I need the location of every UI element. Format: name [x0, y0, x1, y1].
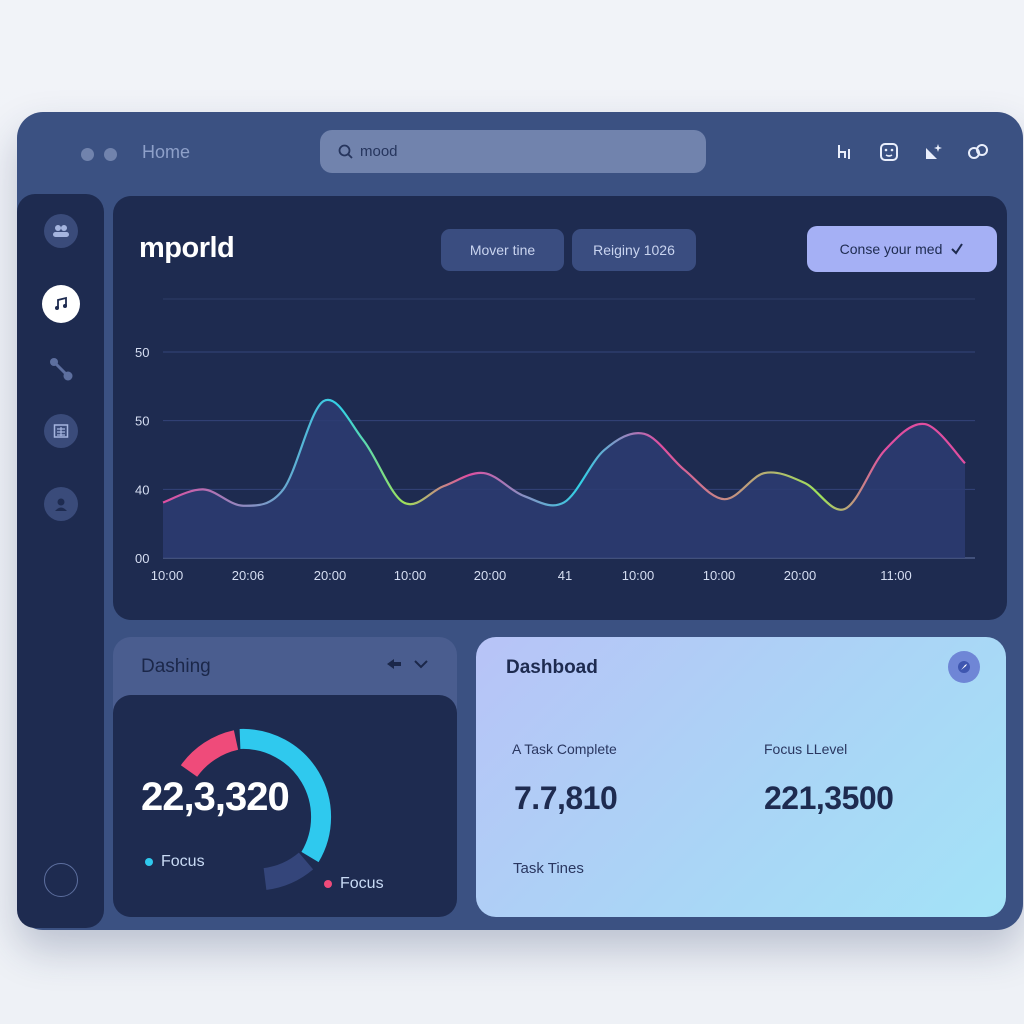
- window-controls: [81, 148, 117, 161]
- toolbar-icons: [835, 142, 988, 162]
- search-input[interactable]: mood: [360, 143, 398, 160]
- y-tick-label: 40: [135, 482, 149, 497]
- x-tick-label: 20:00: [314, 568, 347, 583]
- gauge-arc-focus-2: [180, 730, 239, 778]
- focus-level-value: 221,3500: [764, 780, 894, 816]
- nav-home-link[interactable]: Home: [142, 142, 190, 163]
- window-dot[interactable]: [81, 148, 94, 161]
- dashing-card: 22,3,320 Focus Focus: [113, 695, 457, 917]
- dashing-value: 22,3,320: [141, 775, 290, 819]
- x-tick-label: 20:00: [784, 568, 817, 583]
- gauge-arc-rest: [263, 852, 314, 890]
- task-complete-label: A Task Complete: [512, 741, 617, 757]
- legend-focus-1: Focus: [145, 853, 205, 871]
- dashing-title: Dashing: [141, 656, 211, 677]
- arrow-left-icon[interactable]: [385, 657, 403, 671]
- x-tick-label: 41: [558, 568, 572, 583]
- x-tick-label: 10:00: [703, 568, 736, 583]
- x-tick-label: 11:00: [880, 568, 912, 583]
- search-icon: [338, 144, 353, 159]
- x-tick-label: 20:00: [474, 568, 507, 583]
- x-tick-label: 10:00: [151, 568, 184, 583]
- sparkle-icon[interactable]: [923, 142, 943, 162]
- x-tick-label: 10:00: [394, 568, 427, 583]
- chart-area-fill: [163, 399, 965, 558]
- legend-focus-2: Focus: [324, 875, 384, 893]
- y-tick-label: 00: [135, 551, 149, 566]
- chart-icon[interactable]: [835, 142, 855, 162]
- compass-icon[interactable]: [948, 651, 980, 683]
- legend-focus-1-label: Focus: [161, 853, 205, 870]
- legend-dot: [145, 858, 153, 866]
- chart-card: mporld Mover tine Reiginy 1026 Conse you…: [113, 196, 1007, 620]
- legend-focus-2-label: Focus: [340, 875, 384, 892]
- music-icon[interactable]: [42, 285, 80, 323]
- people-icon[interactable]: [44, 214, 78, 248]
- dashboard-card: Dashboad A Task Complete 7.7,810 Focus L…: [476, 637, 1006, 917]
- search-bar[interactable]: mood: [320, 130, 706, 173]
- window-dot[interactable]: [104, 148, 117, 161]
- sidebar: [17, 194, 104, 928]
- face-icon[interactable]: [879, 142, 899, 162]
- circle-icon[interactable]: [44, 863, 78, 897]
- focus-level-label: Focus LLevel: [764, 741, 848, 757]
- task-times-label: Task Tines: [513, 860, 584, 877]
- dashboard-title: Dashboad: [506, 657, 598, 678]
- app-window: Home mood mporld Mover tine Reiginy 1026…: [17, 112, 1023, 930]
- line-chart: 50 50 40 00 10:00 20:06 20:00 10:00 20:00 41 10:0…: [135, 298, 975, 583]
- x-tick-label: 10:00: [622, 568, 655, 583]
- calendar-icon[interactable]: [44, 414, 78, 448]
- x-tick-label: 20:06: [232, 568, 265, 583]
- legend-dot: [324, 880, 332, 888]
- link-icon[interactable]: [967, 142, 988, 162]
- chevron-down-icon[interactable]: [413, 657, 429, 671]
- y-tick-label: 50: [135, 345, 149, 360]
- share-icon[interactable]: [44, 352, 78, 386]
- dashing-controls: [385, 657, 429, 671]
- profile-icon[interactable]: [44, 487, 78, 521]
- y-tick-label: 50: [135, 414, 149, 429]
- task-complete-value: 7.7,810: [514, 780, 618, 816]
